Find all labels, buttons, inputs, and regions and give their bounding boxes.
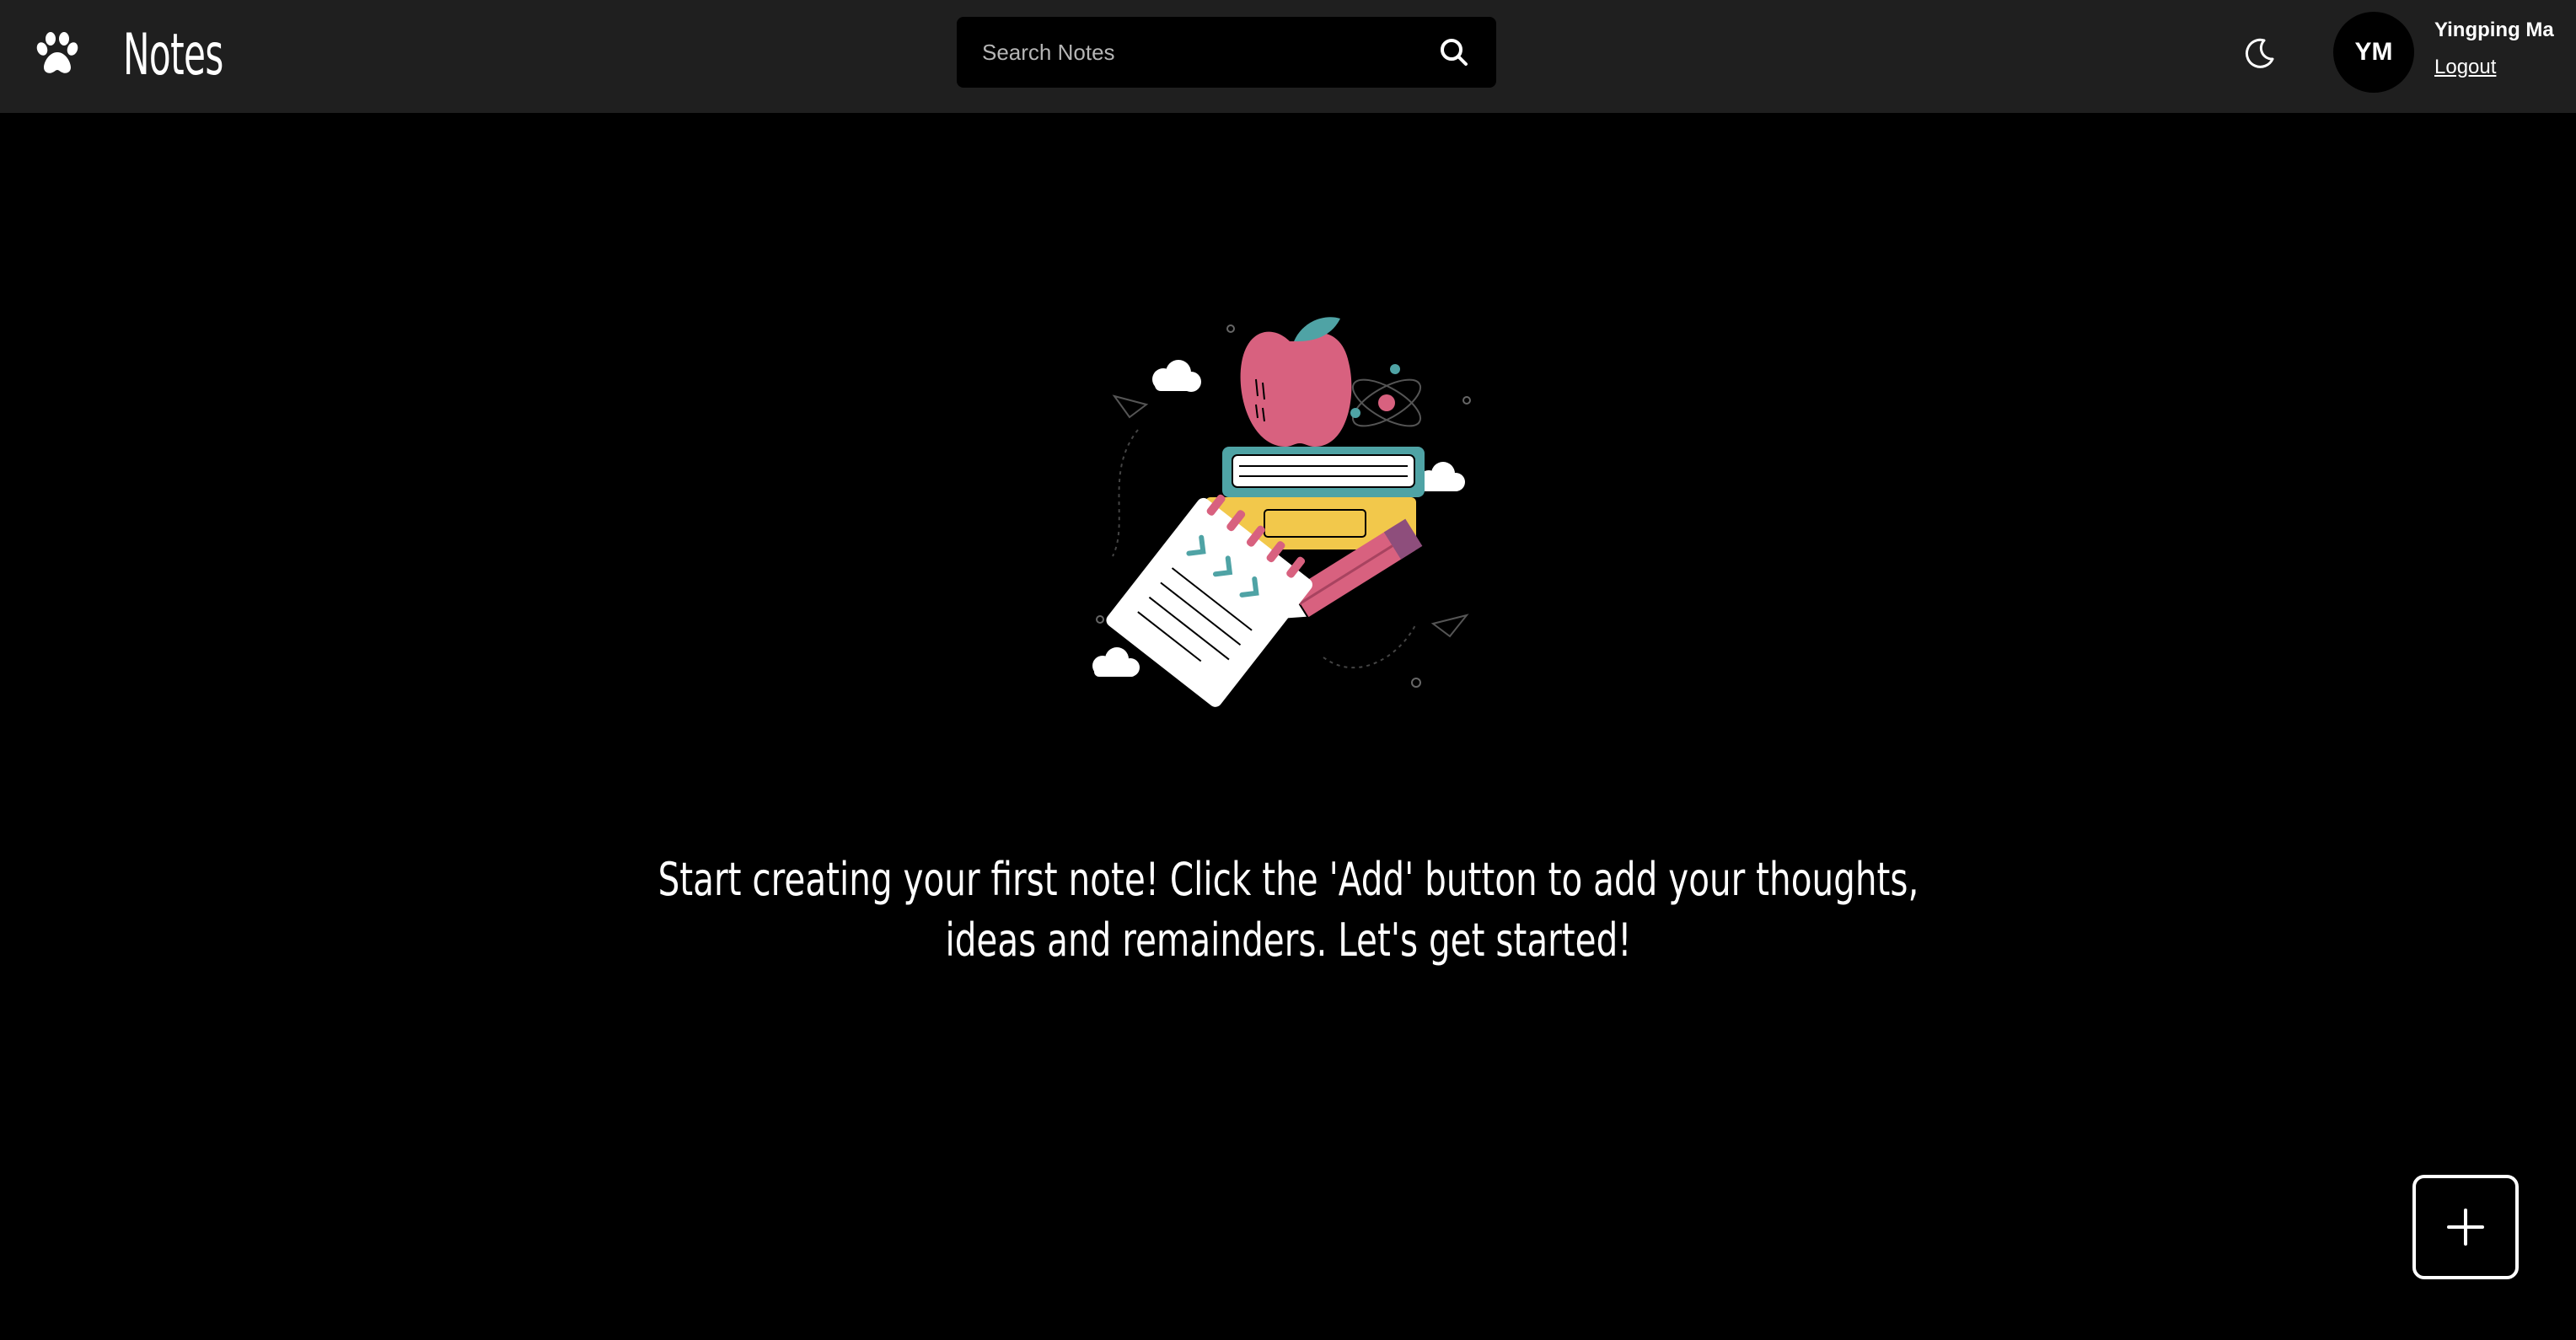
add-note-button[interactable] [2412, 1175, 2519, 1279]
moon-icon[interactable] [2239, 34, 2279, 74]
empty-state-message: Start creating your first note! Click th… [614, 850, 1962, 976]
logout-link[interactable]: Logout [2434, 56, 2496, 79]
search-icon[interactable] [1437, 35, 1471, 69]
app-title[interactable]: Notes [123, 13, 223, 98]
avatar-initials: YM [2354, 38, 2393, 66]
paw-icon[interactable] [34, 30, 81, 78]
user-name: Yingping Ma [2434, 19, 2554, 41]
search-bar [957, 17, 1496, 88]
top-navbar: Notes YM Yingping Ma Logout [0, 0, 2576, 113]
plus-icon [2447, 1209, 2484, 1246]
empty-state-text: Start creating your first note! Click th… [657, 853, 1919, 967]
search-input[interactable] [982, 17, 1420, 88]
books-apple-notepad-pencil-illustration [1092, 317, 1471, 707]
avatar[interactable]: YM [2333, 12, 2414, 93]
